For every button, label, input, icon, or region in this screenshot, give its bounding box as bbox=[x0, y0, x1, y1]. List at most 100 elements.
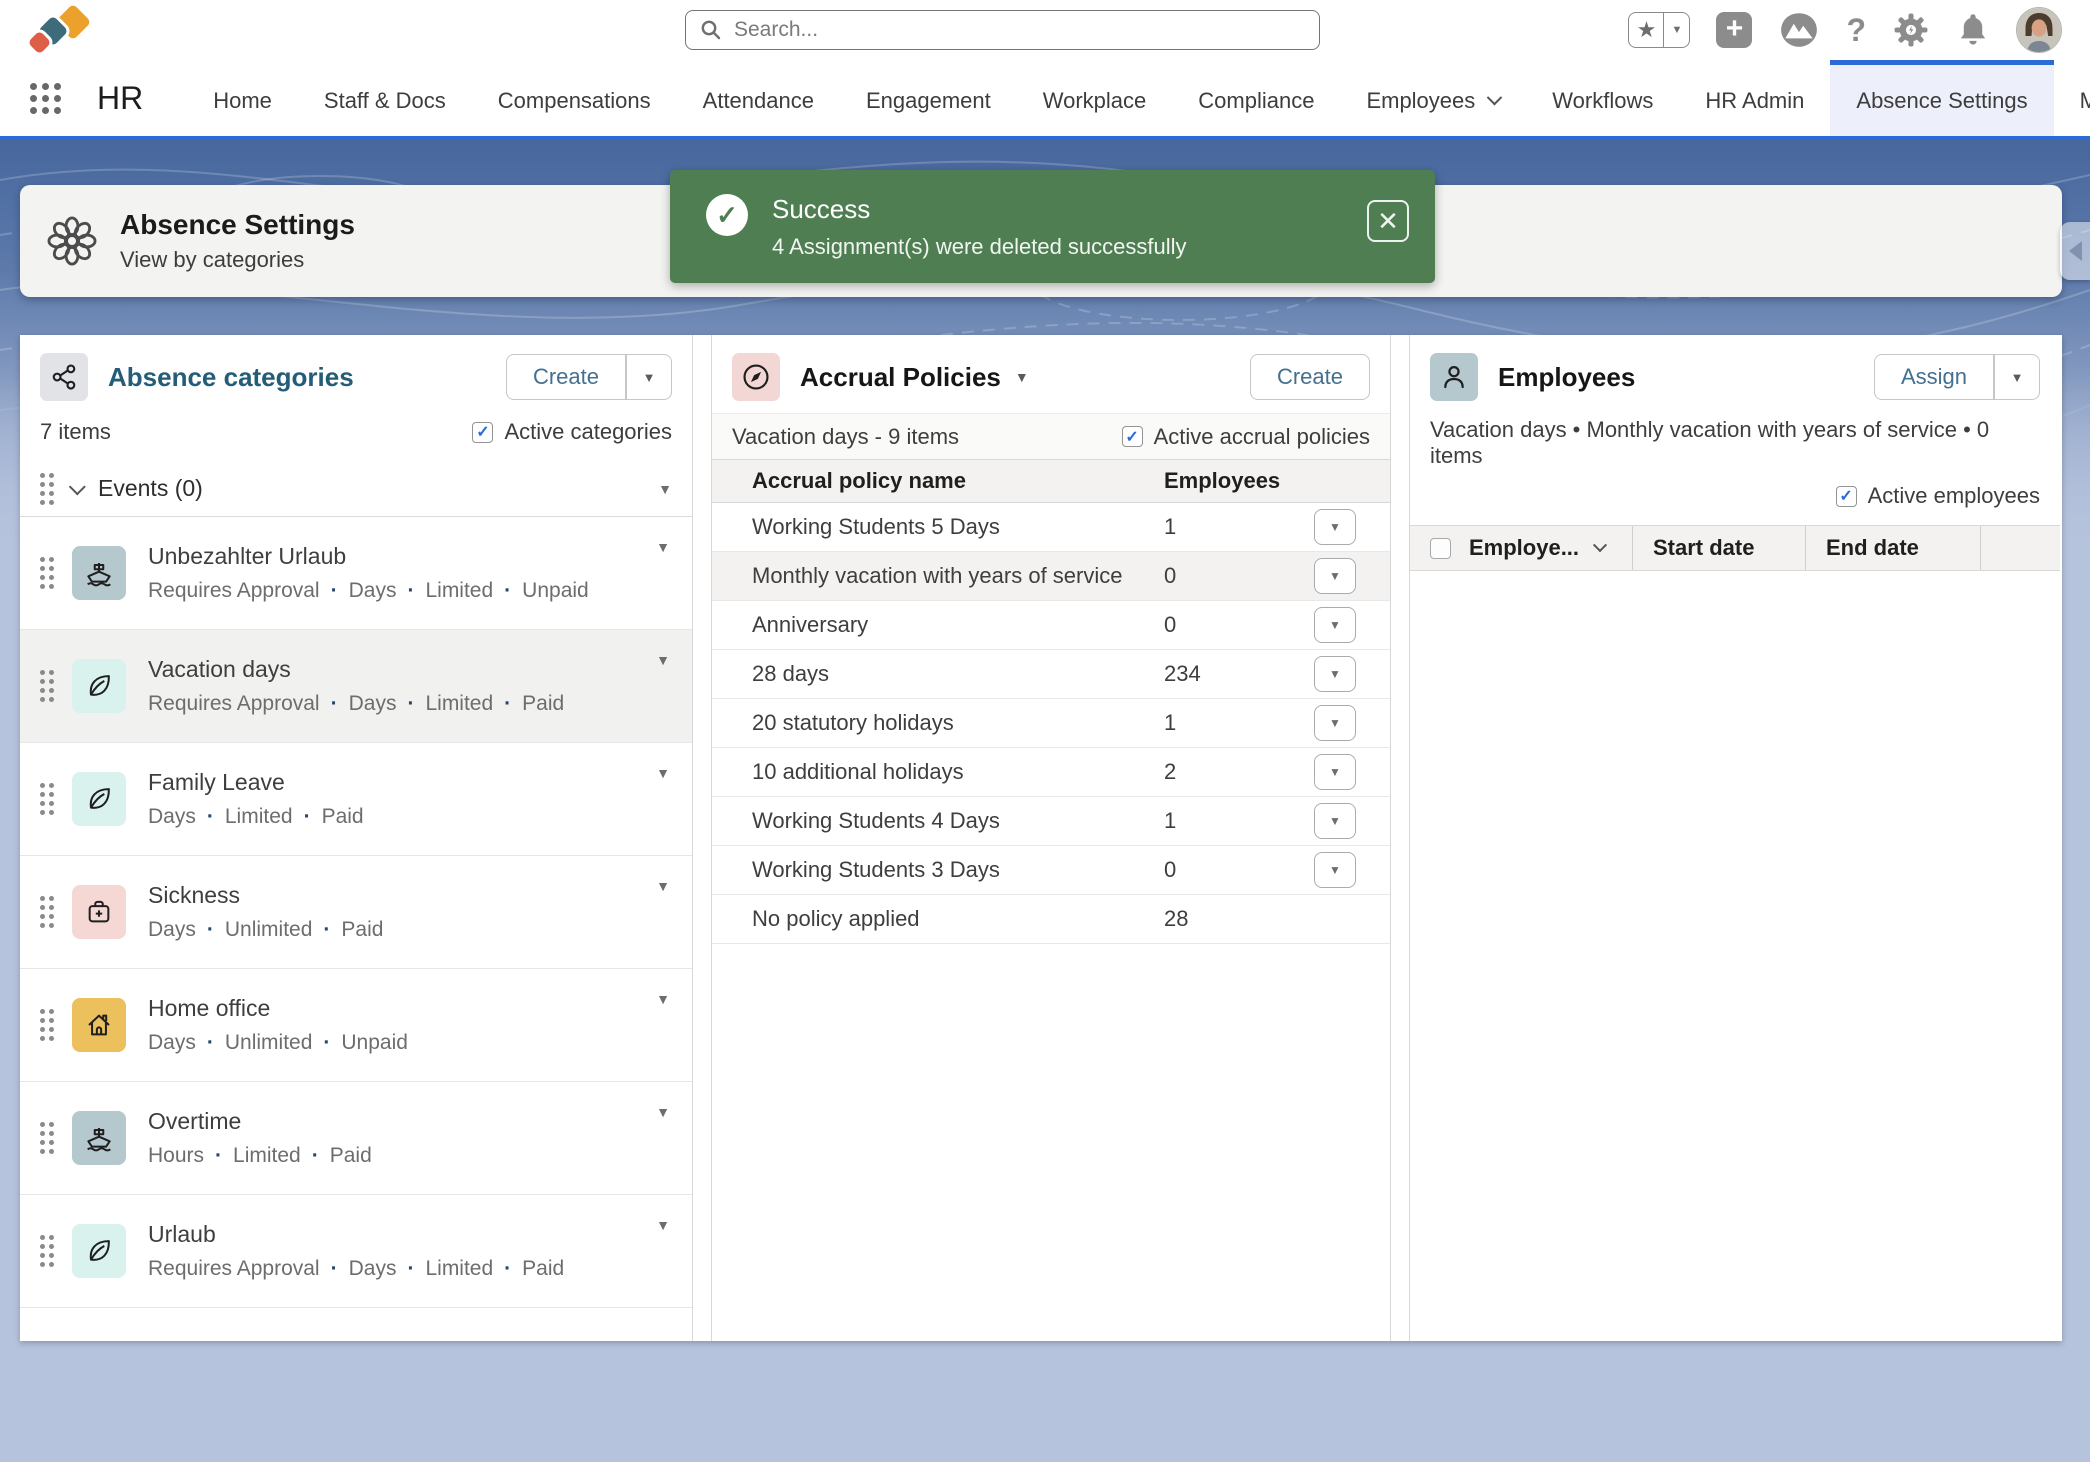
policies-title-caret[interactable]: ▼ bbox=[1015, 369, 1029, 385]
row-menu-caret[interactable]: ▼ bbox=[656, 878, 670, 894]
drag-handle[interactable] bbox=[40, 670, 54, 702]
category-name: Sickness bbox=[148, 882, 383, 909]
policy-menu-button[interactable]: ▼ bbox=[1314, 607, 1356, 643]
row-menu-caret[interactable]: ▼ bbox=[656, 1104, 670, 1120]
page-subtitle: View by categories bbox=[120, 247, 355, 273]
app-launcher-icon[interactable] bbox=[30, 83, 61, 114]
category-meta: Days·Limited·Paid bbox=[148, 805, 364, 829]
policy-menu-button[interactable]: ▼ bbox=[1314, 705, 1356, 741]
category-name: Family Leave bbox=[148, 769, 364, 796]
policy-row[interactable]: Working Students 3 Days0 ▼ bbox=[712, 846, 1390, 895]
active-categories-checkbox[interactable]: ✓ bbox=[472, 422, 493, 443]
drag-handle[interactable] bbox=[40, 1009, 54, 1041]
policy-row[interactable]: No policy applied28 bbox=[712, 895, 1390, 944]
policy-employee-count: 0 bbox=[1164, 563, 1176, 589]
category-row[interactable]: OvertimeHours·Limited·Paid▼ bbox=[20, 1082, 692, 1195]
tab-attendance[interactable]: Attendance bbox=[677, 60, 840, 136]
policy-row[interactable]: 10 additional holidays2▼ bbox=[712, 748, 1390, 797]
tab-compensations[interactable]: Compensations bbox=[472, 60, 677, 136]
tab-label: Workplace bbox=[1043, 88, 1147, 114]
policy-employee-count: 234 bbox=[1164, 661, 1201, 687]
category-meta: Requires Approval·Days·Limited·Paid bbox=[148, 692, 564, 716]
tab-employees[interactable]: Employees bbox=[1340, 60, 1526, 136]
row-menu-caret[interactable]: ▼ bbox=[656, 652, 670, 668]
drag-handle[interactable] bbox=[40, 473, 54, 505]
nav-tabs: Home Staff & Docs CompensationsAttendance E… bbox=[187, 60, 2090, 136]
global-search[interactable] bbox=[685, 10, 1320, 50]
toast-close-icon[interactable]: ✕ bbox=[1367, 200, 1409, 242]
category-meta: Requires Approval·Days·Limited·Paid bbox=[148, 1257, 564, 1281]
category-row[interactable]: Home officeDays·Unlimited·Unpaid▼ bbox=[20, 969, 692, 1082]
categories-share-icon bbox=[40, 353, 88, 401]
help-icon[interactable]: ? bbox=[1846, 12, 1866, 49]
policy-menu-button[interactable]: ▼ bbox=[1314, 656, 1356, 692]
policy-name: Working Students 4 Days bbox=[752, 808, 1164, 834]
category-row[interactable]: Vacation daysRequires Approval·Days·Limi… bbox=[20, 630, 692, 743]
tab-label: Engagement bbox=[866, 88, 991, 114]
tab-home[interactable]: Home bbox=[187, 60, 298, 136]
active-employees-checkbox[interactable]: ✓ bbox=[1836, 486, 1857, 507]
create-policy-button[interactable]: Create bbox=[1250, 354, 1370, 400]
tab-engagement[interactable]: Engagement bbox=[840, 60, 1017, 136]
select-all-checkbox[interactable] bbox=[1430, 538, 1451, 559]
category-name: Overtime bbox=[148, 1108, 372, 1135]
notifications-bell-icon[interactable] bbox=[1956, 11, 1990, 49]
policy-menu-button[interactable]: ▼ bbox=[1314, 509, 1356, 545]
category-row[interactable]: Unbezahlter UrlaubRequires Approval·Days… bbox=[20, 517, 692, 630]
drag-handle[interactable] bbox=[40, 783, 54, 815]
drag-handle[interactable] bbox=[40, 557, 54, 589]
tab-compliance[interactable]: Compliance bbox=[1172, 60, 1340, 136]
sort-chevron-icon[interactable] bbox=[1593, 538, 1607, 552]
app-navigation-bar: HR HomeStaff & DocsCompensationsAttendan… bbox=[0, 60, 2090, 140]
category-name: Urlaub bbox=[148, 1221, 564, 1248]
active-policies-checkbox[interactable]: ✓ bbox=[1122, 426, 1143, 447]
policy-row[interactable]: 20 statutory holidays1▼ bbox=[712, 699, 1390, 748]
setup-gear-icon[interactable] bbox=[1892, 11, 1930, 49]
tab-workflows[interactable]: Workflows bbox=[1526, 60, 1679, 136]
search-input[interactable] bbox=[732, 17, 1319, 43]
categories-list: Unbezahlter UrlaubRequires Approval·Days… bbox=[20, 517, 692, 1308]
policy-menu-button[interactable]: ▼ bbox=[1314, 558, 1356, 594]
create-category-button[interactable]: Create bbox=[506, 354, 626, 400]
tab-label: Staff & Docs bbox=[324, 88, 446, 114]
policy-menu-button[interactable]: ▼ bbox=[1314, 754, 1356, 790]
tab-hr-admin[interactable]: HR Admin bbox=[1679, 60, 1830, 136]
category-row[interactable]: Urlaub Requires Approval·Days·Limited·Pai… bbox=[20, 1195, 692, 1308]
category-row[interactable]: SicknessDays·Unlimited·Paid▼ bbox=[20, 856, 692, 969]
policy-row[interactable]: Monthly vacation with years of service0 ▼ bbox=[712, 552, 1390, 601]
trailhead-icon[interactable] bbox=[1778, 11, 1820, 49]
policy-menu-button[interactable]: ▼ bbox=[1314, 803, 1356, 839]
tab-absence-settings[interactable]: Absence Settings bbox=[1830, 60, 2053, 136]
row-menu-caret[interactable]: ▼ bbox=[656, 765, 670, 781]
policy-row[interactable]: Working Students 5 Days1▼ bbox=[712, 503, 1390, 552]
collapsed-panel-toggle[interactable] bbox=[2060, 222, 2090, 280]
row-menu-caret[interactable]: ▼ bbox=[656, 539, 670, 555]
favorites-dropdown-icon[interactable]: ▼ bbox=[1664, 12, 1690, 48]
row-menu-caret[interactable]: ▼ bbox=[658, 481, 672, 497]
policy-row[interactable]: Anniversary0▼ bbox=[712, 601, 1390, 650]
add-icon[interactable]: + bbox=[1716, 12, 1752, 48]
drag-handle[interactable] bbox=[40, 896, 54, 928]
create-category-dropdown[interactable]: ▼ bbox=[626, 354, 672, 400]
user-avatar[interactable] bbox=[2016, 7, 2062, 53]
policy-row[interactable]: 28 days234▼ bbox=[712, 650, 1390, 699]
tab-more[interactable]: More▼ bbox=[2054, 60, 2090, 136]
row-menu-caret[interactable]: ▼ bbox=[656, 991, 670, 1007]
assign-dropdown[interactable]: ▼ bbox=[1994, 354, 2040, 400]
category-row[interactable]: Family Leave Days·Limited·Paid ▼ bbox=[20, 743, 692, 856]
policy-name: Working Students 3 Days bbox=[752, 857, 1164, 883]
policy-name: Monthly vacation with years of service bbox=[752, 563, 1164, 589]
favorites-star-icon[interactable]: ★ bbox=[1628, 12, 1664, 48]
drag-handle[interactable] bbox=[40, 1235, 54, 1267]
policy-employee-count: 0 bbox=[1164, 857, 1176, 883]
row-menu-caret[interactable]: ▼ bbox=[656, 1217, 670, 1233]
policy-menu-button[interactable]: ▼ bbox=[1314, 852, 1356, 888]
policy-row[interactable]: Working Students 4 Days1▼ bbox=[712, 797, 1390, 846]
chevron-down-icon[interactable] bbox=[69, 478, 86, 495]
active-categories-label: Active categories bbox=[504, 419, 672, 445]
events-group-row[interactable]: Events (0) ▼ bbox=[20, 461, 692, 517]
tab-workplace[interactable]: Workplace bbox=[1017, 60, 1173, 136]
tab-staff-docs[interactable]: Staff & Docs bbox=[298, 60, 472, 136]
drag-handle[interactable] bbox=[40, 1122, 54, 1154]
assign-button[interactable]: Assign bbox=[1874, 354, 1994, 400]
